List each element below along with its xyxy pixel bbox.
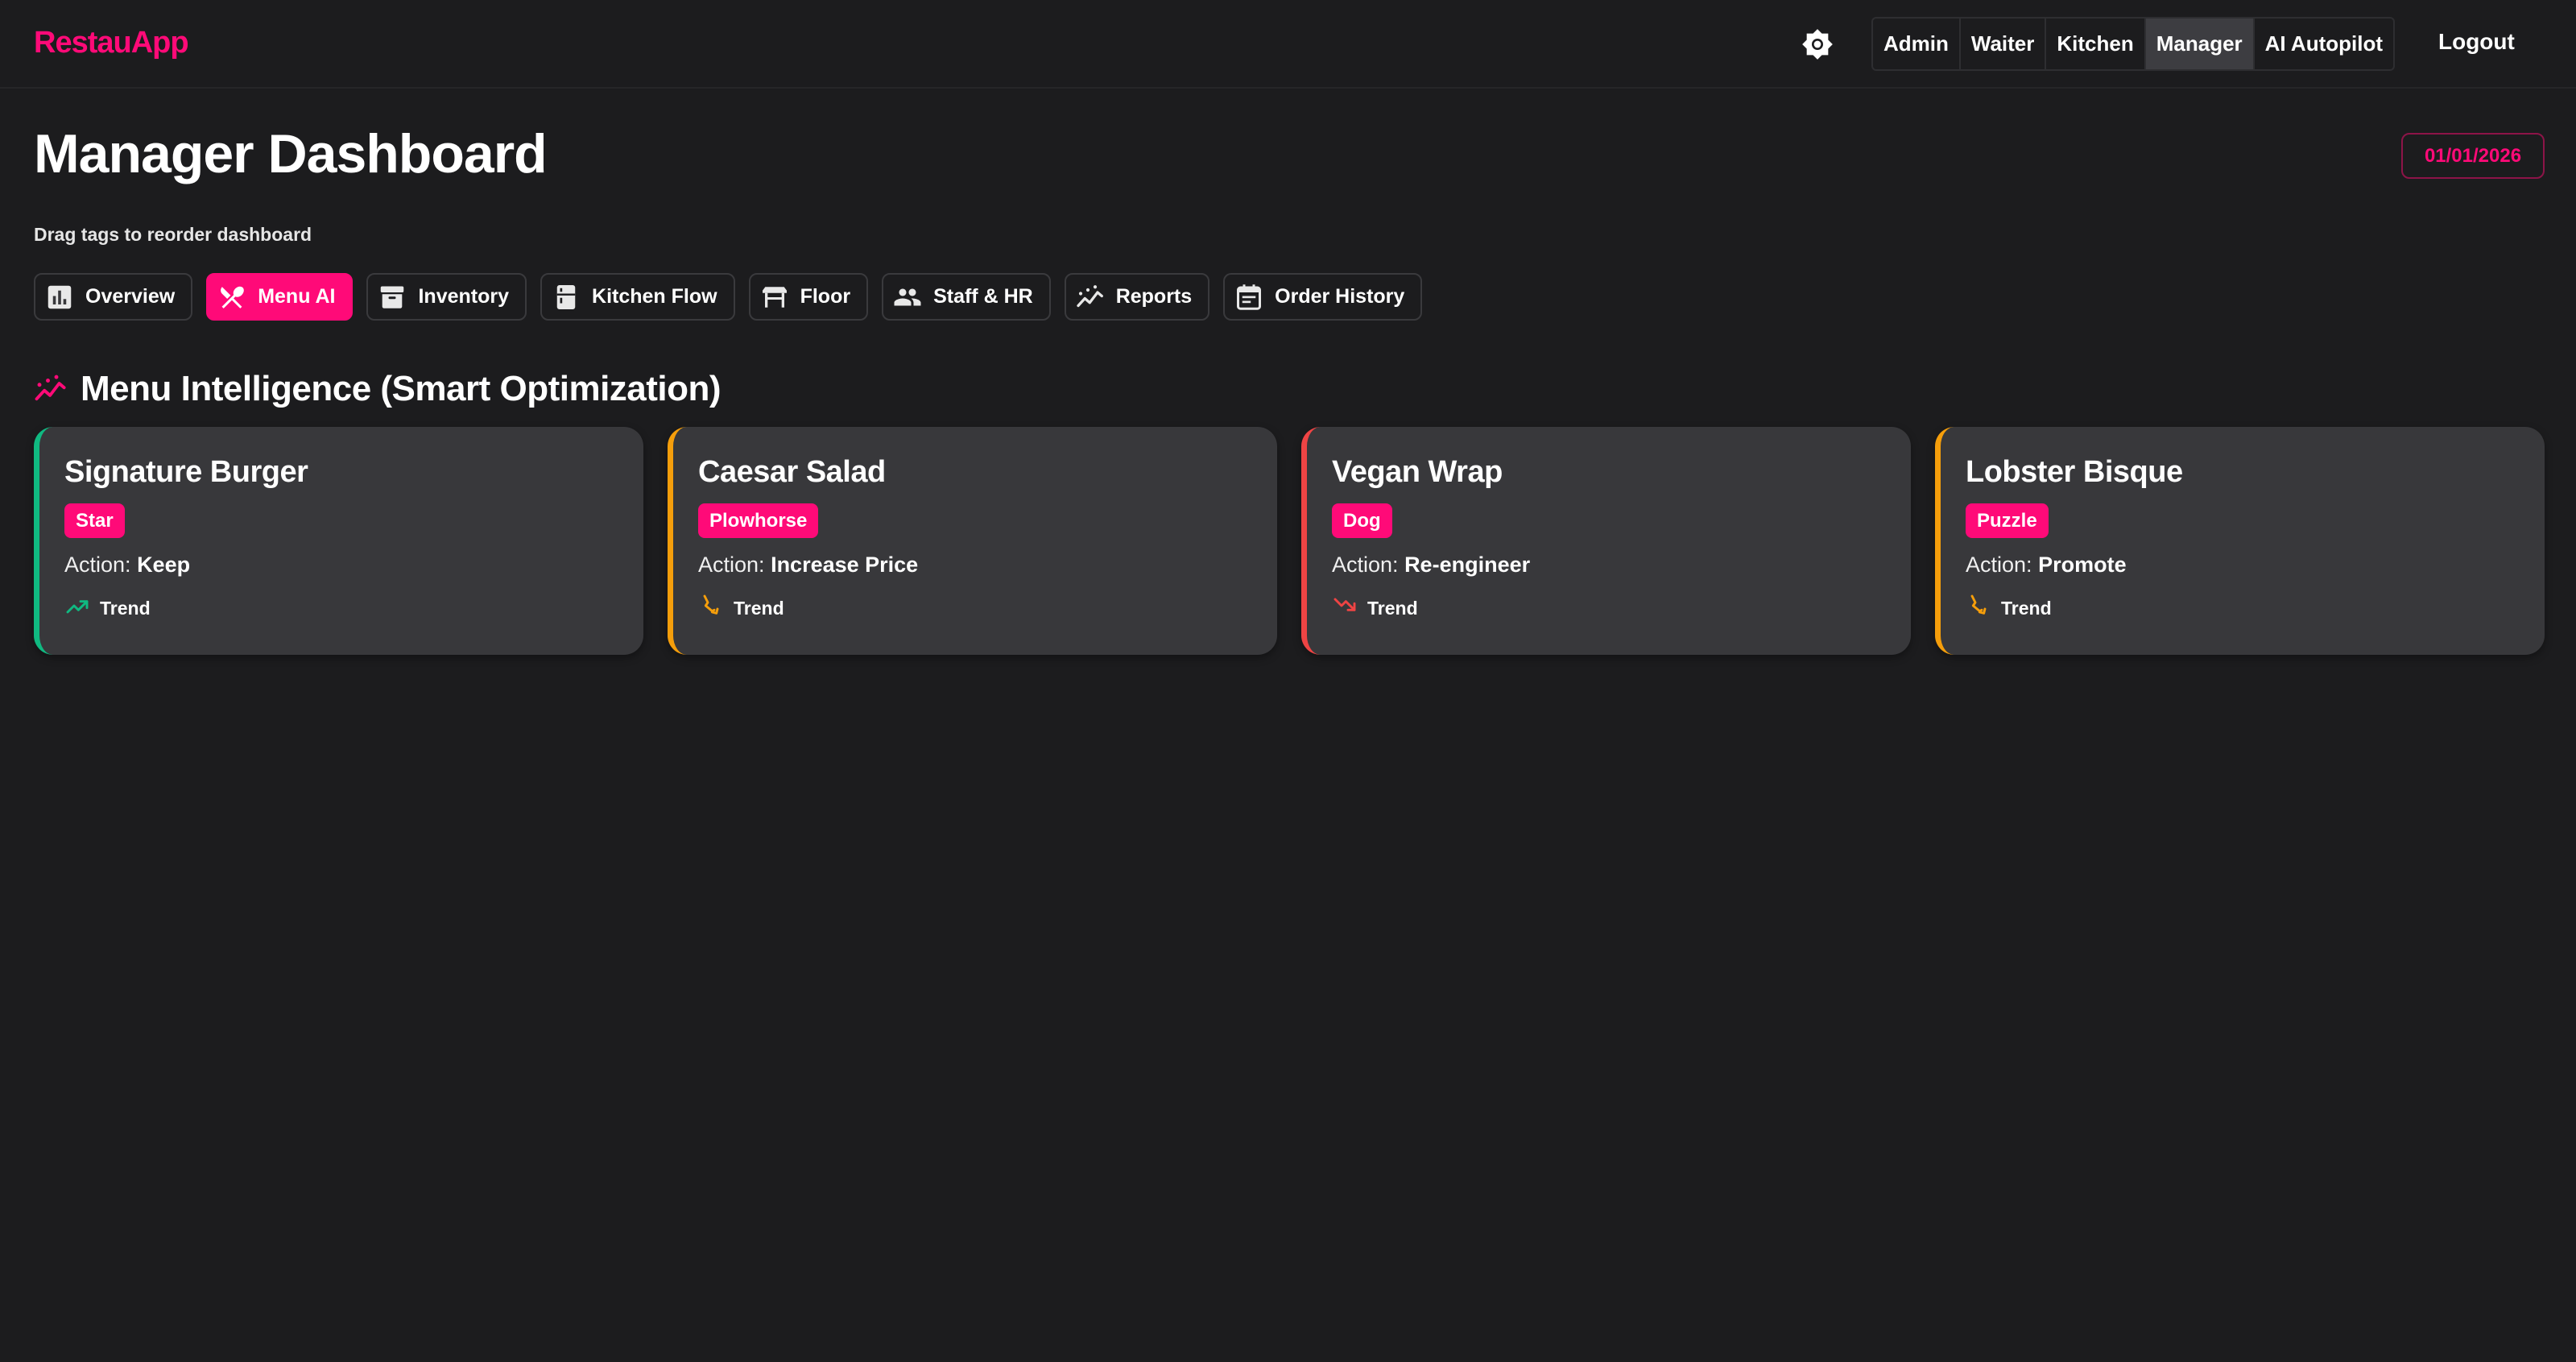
tab-label: Overview <box>85 285 176 308</box>
trend-label: Trend <box>2001 597 2052 619</box>
fridge-icon <box>556 284 576 309</box>
trend-flat-icon <box>698 593 724 623</box>
role-admin[interactable]: Admin <box>1873 19 1961 69</box>
brightness-icon <box>1802 29 1833 60</box>
tab-order-history[interactable]: Order History <box>1223 273 1423 321</box>
menu-item-name: Caesar Salad <box>698 455 886 489</box>
trend-indicator: Trend <box>64 593 151 623</box>
tab-overview[interactable]: Overview <box>34 273 193 321</box>
calendar-icon <box>1237 284 1262 310</box>
recommended-action: Action: Increase Price <box>698 553 919 577</box>
recommended-action: Action: Re-engineer <box>1332 553 1531 577</box>
trend-flat-icon <box>1966 593 1991 623</box>
menu-item-cards: Signature Burger Star Action: Keep Trend… <box>34 427 2545 655</box>
recommended-action: Action: Keep <box>64 553 191 577</box>
tab-label: Floor <box>800 285 851 308</box>
category-badge: Puzzle <box>1966 503 2049 538</box>
trend-label: Trend <box>734 597 784 619</box>
trend-up-icon <box>64 593 90 623</box>
trend-indicator: Trend <box>698 593 784 623</box>
role-waiter[interactable]: Waiter <box>1961 19 2047 69</box>
category-badge: Dog <box>1332 503 1392 538</box>
date-badge[interactable]: 01/01/2026 <box>2401 133 2545 179</box>
tab-label: Kitchen Flow <box>592 285 717 308</box>
category-badge: Star <box>64 503 125 538</box>
menu-item-name: Signature Burger <box>64 455 308 489</box>
menu-item-card[interactable]: Caesar Salad Plowhorse Action: Increase … <box>668 427 1277 655</box>
tab-label: Staff & HR <box>933 285 1033 308</box>
dashboard-tabs: Overview Menu AI Inventory Kitchen Flow <box>34 273 1423 321</box>
tab-label: Inventory <box>418 285 510 308</box>
trend-down-icon <box>1332 593 1358 623</box>
recommended-action: Action: Promote <box>1966 553 2127 577</box>
section-header: Menu Intelligence (Smart Optimization) <box>34 369 722 409</box>
role-switcher: Admin Waiter Kitchen Manager AI Autopilo… <box>1871 17 2395 71</box>
trend-indicator: Trend <box>1332 593 1418 623</box>
menu-item-card[interactable]: Signature Burger Star Action: Keep Trend <box>34 427 643 655</box>
logout-button[interactable]: Logout <box>2438 29 2515 55</box>
role-kitchen[interactable]: Kitchen <box>2046 19 2146 69</box>
menu-item-name: Lobster Bisque <box>1966 455 2183 489</box>
tab-menu-ai[interactable]: Menu AI <box>206 273 354 321</box>
trend-label: Trend <box>100 597 151 619</box>
category-badge: Plowhorse <box>698 503 819 538</box>
top-navbar: RestauApp Admin Waiter Kitchen Manager A… <box>0 0 2576 89</box>
table-icon <box>762 286 787 308</box>
page-title: Manager Dashboard <box>34 123 548 184</box>
utensils-icon <box>221 286 244 308</box>
menu-item-card[interactable]: Vegan Wrap Dog Action: Re-engineer Trend <box>1301 427 1911 655</box>
brand-logo[interactable]: RestauApp <box>34 26 189 60</box>
role-manager[interactable]: Manager <box>2145 19 2255 69</box>
role-ai-autopilot[interactable]: AI Autopilot <box>2255 19 2393 69</box>
tab-label: Menu AI <box>258 285 336 308</box>
section-title: Menu Intelligence (Smart Optimization) <box>81 369 722 408</box>
menu-item-name: Vegan Wrap <box>1332 455 1503 489</box>
theme-toggle-button[interactable] <box>1799 26 1836 63</box>
trend-label: Trend <box>1367 597 1418 619</box>
bar-chart-icon <box>48 285 72 308</box>
tab-label: Order History <box>1275 285 1405 308</box>
reorder-hint: Drag tags to reorder dashboard <box>34 224 312 245</box>
trending-icon <box>1077 284 1103 307</box>
people-icon <box>894 288 921 305</box>
menu-item-card[interactable]: Lobster Bisque Puzzle Action: Promote Tr… <box>1935 427 2545 655</box>
trend-indicator: Trend <box>1966 593 2052 623</box>
archive-box-icon <box>381 286 404 308</box>
tab-inventory[interactable]: Inventory <box>366 273 527 321</box>
tab-floor[interactable]: Floor <box>748 273 869 321</box>
tab-label: Reports <box>1115 285 1193 308</box>
tab-staff-hr[interactable]: Staff & HR <box>882 273 1051 321</box>
tab-reports[interactable]: Reports <box>1064 273 1210 321</box>
tab-kitchen-flow[interactable]: Kitchen Flow <box>540 273 735 321</box>
trending-icon <box>35 375 66 401</box>
